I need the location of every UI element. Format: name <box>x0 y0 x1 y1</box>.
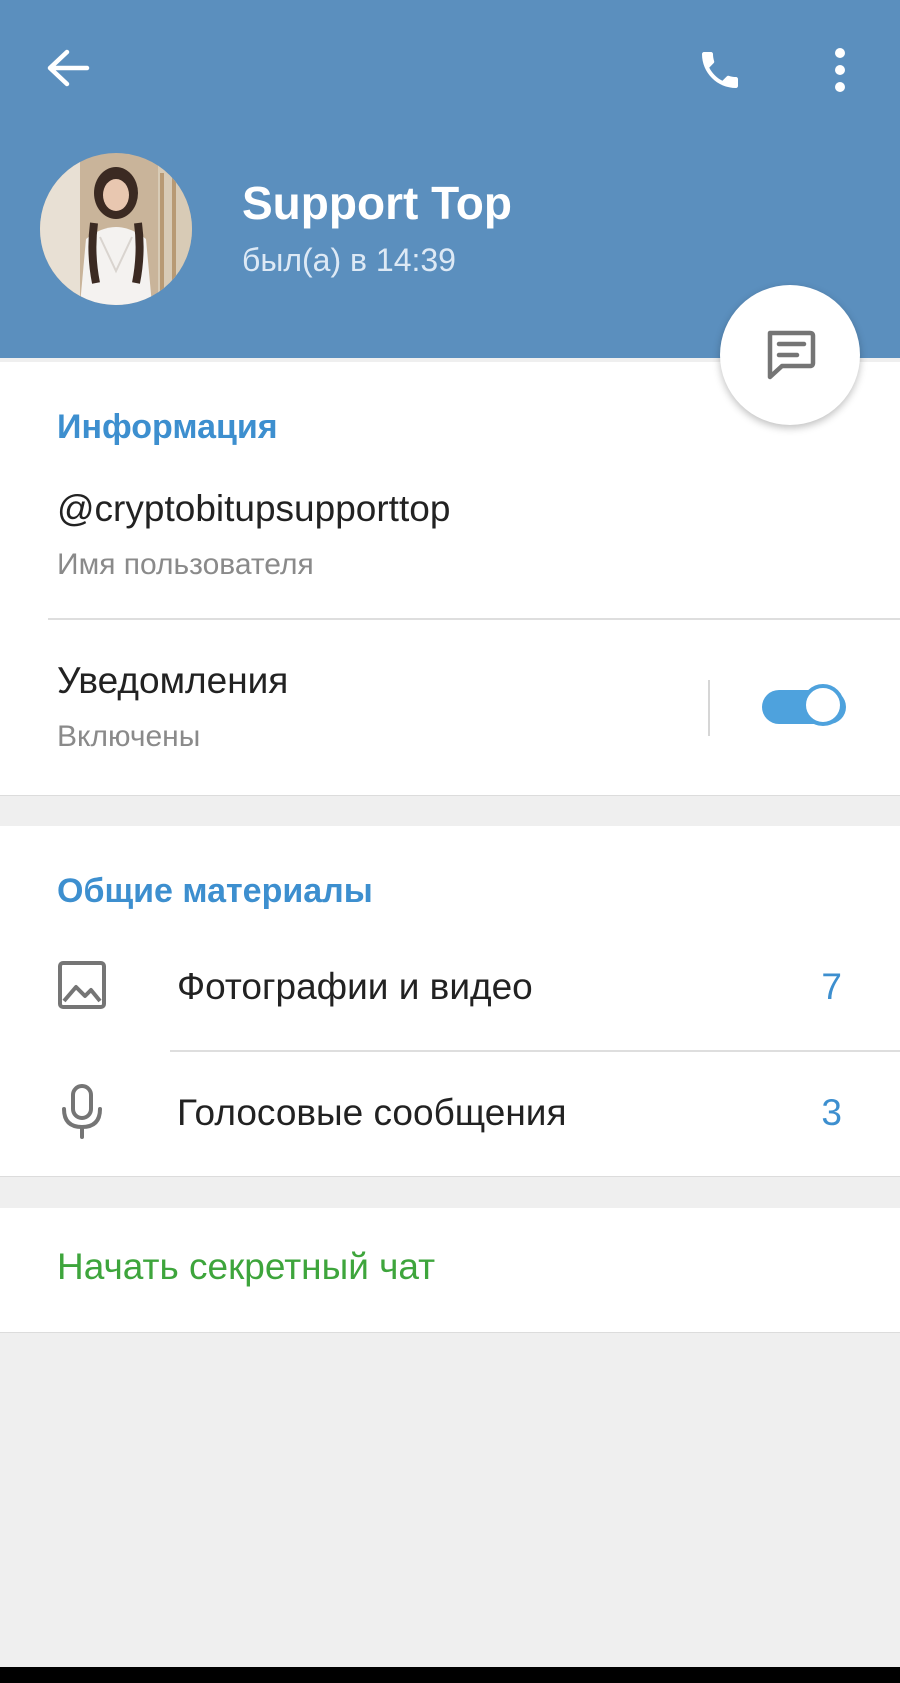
info-section-title: Информация <box>57 408 278 446</box>
shared-section-title: Общие материалы <box>57 872 373 910</box>
notifications-label: Уведомления <box>57 660 289 701</box>
image-icon <box>55 958 109 1012</box>
back-button[interactable] <box>30 30 106 106</box>
send-message-button[interactable] <box>720 285 860 425</box>
row-divider <box>170 1050 900 1052</box>
photos-videos-count: 7 <box>821 966 842 1007</box>
username-caption: Имя пользователя <box>57 548 314 581</box>
arrow-back-icon <box>47 49 90 87</box>
secret-chat-section: Начать секретный чат <box>0 1208 900 1333</box>
notifications-status: Включены <box>57 720 201 753</box>
toggle-knob <box>802 684 844 726</box>
last-seen-status: был(а) в 14:39 <box>242 242 456 278</box>
profile-name: Support Top <box>242 177 512 229</box>
info-section: Информация @cryptobitupsupporttop Имя по… <box>0 362 900 796</box>
shared-media-section: Общие материалы Фотографии и видео 7 Гол… <box>0 826 900 1177</box>
notifications-toggle[interactable] <box>762 684 846 726</box>
avatar-photo <box>40 153 192 305</box>
phone-icon <box>702 52 738 88</box>
photos-videos-label: Фотографии и видео <box>177 966 533 1007</box>
row-divider <box>48 618 900 620</box>
avatar[interactable] <box>40 153 192 305</box>
toggle-separator <box>708 680 710 736</box>
call-button[interactable] <box>680 30 760 110</box>
message-icon <box>767 330 816 380</box>
username-value: @cryptobitupsupporttop <box>57 488 451 529</box>
system-navigation-bar <box>0 1667 900 1683</box>
more-menu-button[interactable] <box>800 30 880 110</box>
start-secret-chat-button[interactable]: Начать секретный чат <box>57 1246 435 1288</box>
more-vertical-icon <box>835 48 845 92</box>
voice-messages-count: 3 <box>821 1092 842 1133</box>
microphone-icon <box>55 1084 109 1139</box>
voice-messages-label: Голосовые сообщения <box>177 1092 567 1133</box>
